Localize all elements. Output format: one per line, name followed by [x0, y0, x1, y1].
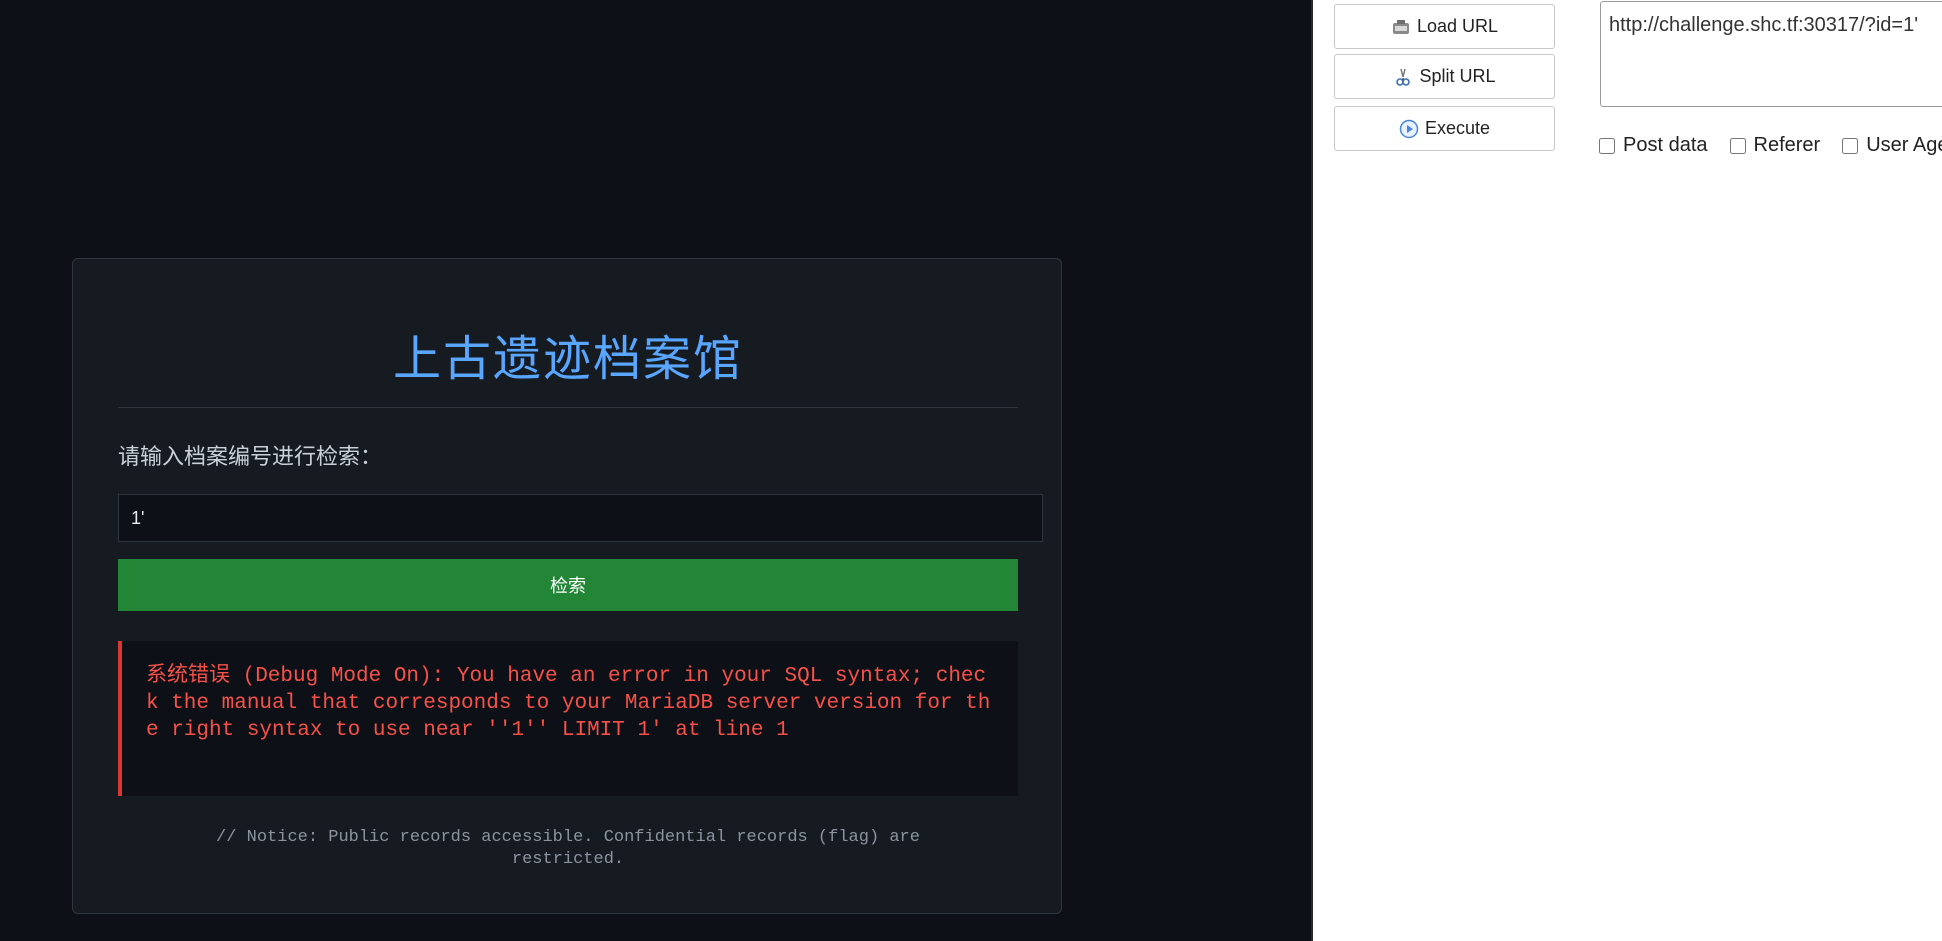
url-input[interactable]: http://challenge.shc.tf:30317/?id=1' [1600, 1, 1942, 107]
execute-label: Execute [1424, 118, 1491, 138]
referer-label: Referer [1753, 134, 1821, 156]
user-agent-label: User Agent [1866, 134, 1942, 156]
post-data-option[interactable]: Post data [1599, 134, 1708, 157]
archive-card: 上古遗迹档案馆 请输入档案编号进行检索： 检索 系统错误 (Debug Mode… [72, 258, 1062, 914]
archive-page: 上古遗迹档案馆 请输入档案编号进行检索： 检索 系统错误 (Debug Mode… [0, 0, 1311, 941]
scissors-icon [1393, 67, 1413, 87]
notice-text: // Notice: Public records accessible. Co… [216, 828, 920, 869]
load-url-icon [1391, 17, 1411, 37]
referer-option[interactable]: Referer [1729, 134, 1821, 157]
hackbar-panel: Load URL Split URL Execute http://challe… [1313, 0, 1942, 941]
error-message: 系统错误 (Debug Mode On): You have an error … [146, 665, 991, 742]
split-url-label: Split URL [1419, 66, 1496, 86]
referer-checkbox[interactable] [1729, 137, 1746, 154]
post-data-checkbox[interactable] [1599, 137, 1615, 154]
option-checkboxes: Post data Referer User Agent [1599, 134, 1942, 157]
load-url-label: Load URL [1416, 16, 1499, 36]
execute-button[interactable]: Execute [1334, 106, 1555, 151]
play-icon [1399, 119, 1419, 139]
error-panel: 系统错误 (Debug Mode On): You have an error … [118, 641, 1018, 796]
load-url-button[interactable]: Load URL [1334, 4, 1555, 49]
page-title: 上古遗迹档案馆 [392, 331, 743, 387]
search-button[interactable]: 检索 [118, 559, 1018, 611]
archive-id-input[interactable] [118, 494, 1043, 542]
user-agent-checkbox[interactable] [1842, 137, 1859, 154]
post-data-label: Post data [1623, 134, 1708, 156]
split-url-button[interactable]: Split URL [1334, 54, 1555, 99]
title-divider [118, 407, 1018, 408]
search-prompt: 请输入档案编号进行检索： [118, 445, 383, 470]
user-agent-option[interactable]: User Agent [1842, 134, 1942, 157]
